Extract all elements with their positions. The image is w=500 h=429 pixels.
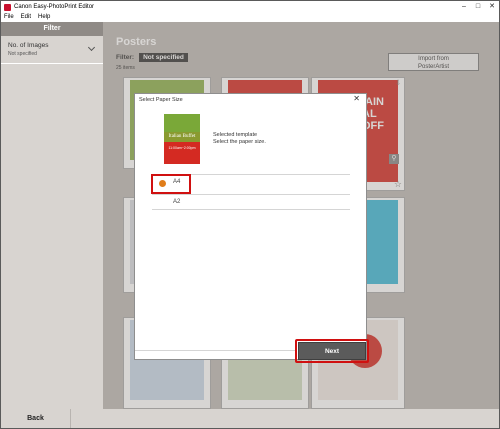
maximize-icon[interactable]: □ bbox=[471, 1, 485, 13]
filter-sidebar: Filter No. of Images Not specified bbox=[1, 22, 103, 409]
info-line: Select the paper size. bbox=[213, 139, 266, 145]
filter-no-of-images[interactable]: No. of Images Not specified bbox=[4, 40, 100, 63]
bottom-bar: Back bbox=[1, 409, 499, 428]
next-button[interactable]: Next bbox=[298, 342, 366, 360]
divider bbox=[135, 350, 295, 351]
title-bar: Canon Easy-PhotoPrint Editor – □ ✕ bbox=[1, 1, 499, 13]
highlight-frame bbox=[151, 174, 191, 194]
dialog-title: Select Paper Size bbox=[139, 97, 183, 103]
paper-option-a2[interactable]: A2 bbox=[152, 194, 350, 214]
close-icon[interactable]: ✕ bbox=[485, 1, 499, 13]
menu-file[interactable]: File bbox=[4, 13, 14, 22]
info-line: Selected template bbox=[213, 132, 258, 138]
menu-bar: File Edit Help bbox=[1, 13, 499, 22]
filter-label: No. of Images bbox=[8, 42, 49, 49]
poster-title: Italian Buffet bbox=[164, 132, 200, 142]
menu-help[interactable]: Help bbox=[38, 13, 50, 22]
select-paper-size-dialog: Select Paper Size ✕ Italian Buffet 11:00… bbox=[134, 93, 369, 363]
minimize-icon[interactable]: – bbox=[457, 1, 471, 13]
paper-label: A2 bbox=[173, 199, 181, 205]
app-icon bbox=[4, 3, 11, 11]
menu-edit[interactable]: Edit bbox=[21, 13, 31, 22]
sidebar-header: Filter bbox=[1, 22, 103, 36]
selected-template-preview: Italian Buffet 11:00am~2:00pm bbox=[164, 114, 200, 164]
close-icon[interactable]: ✕ bbox=[353, 94, 360, 103]
filter-value: Not specified bbox=[8, 51, 37, 57]
divider bbox=[152, 209, 350, 210]
back-button[interactable]: Back bbox=[1, 409, 71, 428]
poster-time: 11:00am~2:00pm bbox=[168, 146, 196, 150]
divider bbox=[1, 63, 103, 64]
app-window: Canon Easy-PhotoPrint Editor – □ ✕ File … bbox=[0, 0, 500, 429]
window-title: Canon Easy-PhotoPrint Editor bbox=[14, 4, 95, 10]
dialog-info: Selected template Select the paper size. bbox=[213, 132, 266, 146]
